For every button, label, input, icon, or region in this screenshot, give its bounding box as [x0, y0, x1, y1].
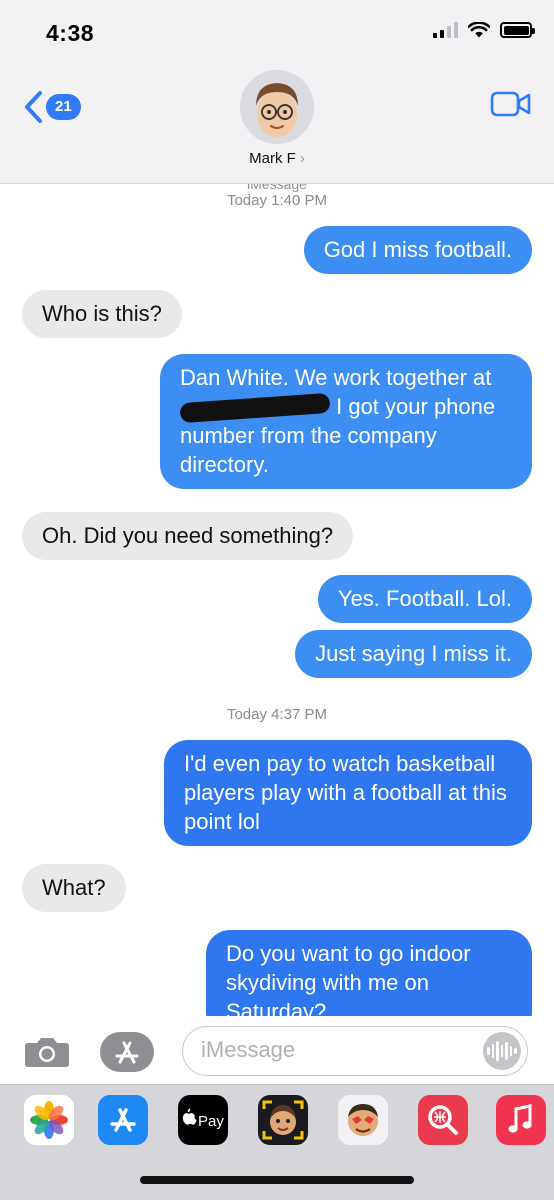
- sent-message-bubble[interactable]: Do you want to go indoor skydiving with …: [206, 930, 532, 1016]
- sent-message-bubble[interactable]: Yes. Football. Lol.: [317, 575, 532, 623]
- conversation-header: 4:38 21 Mark F ›: [0, 0, 554, 184]
- service-label: iMessage: [247, 184, 307, 192]
- received-message-bubble[interactable]: Who is this?: [22, 290, 182, 338]
- contact-name: Mark F: [249, 150, 296, 167]
- music-icon: [508, 1104, 532, 1133]
- memoji-avatar-icon: [240, 70, 314, 144]
- memoji-camera-app-button[interactable]: [258, 1095, 308, 1145]
- sent-message-bubble[interactable]: Dan White. We work together at I got you…: [160, 354, 532, 489]
- home-indicator[interactable]: [140, 1176, 414, 1184]
- memoji-stickers-app-button[interactable]: [338, 1095, 388, 1145]
- chevron-left-icon: [25, 91, 42, 123]
- message-text: Dan White. We work together at: [180, 365, 492, 390]
- memoji-camera-icon: [262, 1100, 304, 1140]
- camera-button[interactable]: [24, 1034, 70, 1073]
- contact-avatar[interactable]: [240, 70, 314, 144]
- wifi-icon: [468, 22, 490, 38]
- photos-icon: [30, 1101, 68, 1139]
- camera-icon: [25, 1038, 69, 1067]
- unread-count-badge: 21: [46, 94, 81, 120]
- received-message-bubble[interactable]: What?: [22, 864, 126, 912]
- compose-bar: [0, 1016, 554, 1084]
- app-store-app-button[interactable]: [98, 1095, 148, 1145]
- image-search-app-button[interactable]: [418, 1095, 468, 1145]
- video-camera-icon: [490, 91, 531, 117]
- app-store-icon: [110, 1108, 136, 1132]
- cellular-signal-icon: [433, 22, 458, 38]
- apple-pay-label: Pay: [198, 1113, 224, 1130]
- sent-message-bubble[interactable]: God I miss football.: [303, 226, 532, 274]
- battery-icon: [500, 22, 535, 38]
- timestamp: Today 1:40 PM: [226, 192, 328, 209]
- photos-app-button[interactable]: [24, 1095, 74, 1145]
- status-icons: [433, 22, 535, 38]
- app-store-icon: [115, 1041, 139, 1064]
- sent-message-bubble[interactable]: I'd even pay to watch basketball players…: [164, 740, 532, 846]
- apple-pay-app-button[interactable]: Pay: [178, 1095, 228, 1145]
- back-button[interactable]: 21: [22, 90, 81, 124]
- apple-pay-icon: Pay: [182, 1108, 224, 1130]
- status-time: 4:38: [46, 20, 95, 46]
- message-input[interactable]: [201, 1027, 481, 1073]
- sent-message-bubble[interactable]: Just saying I miss it.: [295, 630, 532, 678]
- facetime-video-button[interactable]: [490, 90, 532, 123]
- contact-name-button[interactable]: Mark F ›: [0, 150, 554, 167]
- message-thread[interactable]: iMessage Today 1:40 PM God I miss footba…: [0, 184, 554, 1016]
- received-message-bubble[interactable]: Oh. Did you need something?: [22, 512, 354, 560]
- message-input-field[interactable]: [182, 1026, 528, 1076]
- apps-button[interactable]: [100, 1032, 154, 1072]
- redaction-mark: [179, 392, 331, 424]
- audio-message-button[interactable]: [483, 1032, 521, 1070]
- timestamp: Today 4:37 PM: [226, 706, 328, 723]
- music-app-button[interactable]: [496, 1095, 546, 1145]
- search-images-icon: [428, 1105, 458, 1135]
- memoji-stickers-icon: [348, 1104, 378, 1136]
- chevron-right-icon: ›: [299, 150, 305, 167]
